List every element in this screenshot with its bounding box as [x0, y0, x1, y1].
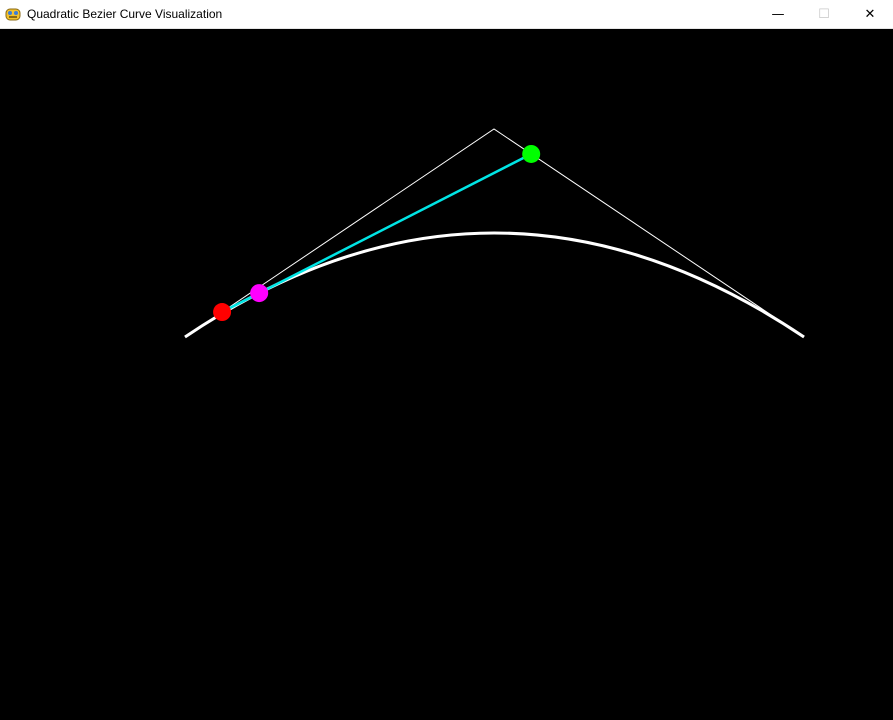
point-on-curve [250, 284, 269, 303]
drawing-canvas[interactable] [0, 29, 893, 720]
close-icon: ✕ [864, 7, 876, 22]
maximize-icon: ☐ [818, 7, 830, 22]
point-on-p0p1 [213, 303, 232, 322]
bezier-scene [184, 128, 805, 339]
maximize-button[interactable]: ☐ [801, 0, 847, 29]
minimize-button[interactable]: — [755, 0, 801, 29]
title-bar[interactable]: Quadratic Bezier Curve Visualization — ☐… [0, 0, 893, 29]
pygame-snake-icon [5, 6, 21, 22]
minimize-icon: — [771, 7, 785, 22]
point-on-p1p2 [522, 144, 541, 163]
window-controls: — ☐ ✕ [755, 0, 893, 29]
bezier-curve [184, 231, 805, 339]
window-title: Quadratic Bezier Curve Visualization [27, 7, 223, 21]
app-window: Quadratic Bezier Curve Visualization — ☐… [0, 0, 893, 720]
close-button[interactable]: ✕ [847, 0, 893, 29]
